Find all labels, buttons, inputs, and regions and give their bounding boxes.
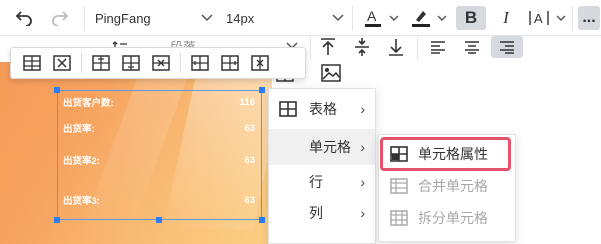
align-left-icon[interactable]	[428, 38, 448, 56]
chevron-down-icon[interactable]	[555, 12, 567, 24]
row-value: 63	[244, 194, 255, 206]
row-label: 出货率3:	[63, 196, 100, 207]
table-icon	[279, 101, 297, 120]
menu-item-table[interactable]: 表格 ›	[269, 91, 375, 127]
chevron-down-icon	[332, 14, 344, 22]
main-toolbar: PingFang 14px A B I A ...	[0, 0, 601, 36]
letter-spacing-icon[interactable]: A	[526, 6, 552, 30]
menu-item-column[interactable]: 列 ›	[269, 195, 375, 231]
submenu-item-label: 拆分单元格	[418, 210, 488, 226]
svg-text:A: A	[534, 11, 543, 26]
chevron-down-icon[interactable]	[436, 12, 448, 24]
font-family-select[interactable]: PingFang	[95, 7, 213, 29]
row-label: 出货率:	[63, 124, 95, 135]
row-label: 出货率2:	[63, 156, 100, 167]
insert-row-above-icon[interactable]	[86, 50, 116, 76]
separator	[180, 53, 181, 73]
table-row[interactable]: 出货率2: 63	[58, 153, 261, 168]
font-family-value: PingFang	[95, 10, 151, 26]
menu-item-label: 表格	[309, 101, 337, 117]
menu-item-label: 行	[309, 174, 323, 190]
merge-cells-icon	[390, 178, 408, 197]
resize-handle[interactable]	[259, 87, 265, 93]
insert-column-left-icon[interactable]	[185, 50, 215, 76]
separator	[84, 6, 85, 30]
menu-item-cell[interactable]: 单元格 ›	[269, 129, 375, 165]
row-value: 63	[244, 122, 255, 134]
highlight-color-icon[interactable]	[410, 6, 432, 30]
table-toolbar	[10, 47, 306, 79]
delete-column-icon[interactable]	[245, 50, 275, 76]
insert-row-below-icon[interactable]	[116, 50, 146, 76]
separator	[81, 53, 82, 73]
redo-icon[interactable]	[48, 7, 72, 29]
table-row[interactable]: 出货率3: 63	[58, 193, 261, 208]
menu-item-label: 单元格	[309, 139, 351, 155]
align-center-icon[interactable]	[462, 38, 482, 56]
chevron-right-icon: ›	[360, 174, 365, 190]
font-size-value: 14px	[226, 10, 255, 26]
data-table[interactable]: 出货客户数: 116 出货率: 63 出货率2: 63 出货率3: 63	[57, 90, 262, 220]
chevron-right-icon: ›	[360, 205, 365, 221]
svg-text:A: A	[367, 8, 377, 24]
chevron-right-icon: ›	[360, 139, 365, 155]
align-bottom-icon[interactable]	[386, 36, 406, 58]
resize-handle[interactable]	[54, 217, 60, 223]
highlight-annotation	[380, 137, 511, 171]
align-top-icon[interactable]	[318, 36, 338, 58]
submenu-item-label: 合并单元格	[418, 178, 488, 194]
split-cells-icon	[390, 210, 408, 229]
submenu-item-merge-cells[interactable]: 合并单元格	[379, 170, 515, 202]
submenu-item-split-cells[interactable]: 拆分单元格	[379, 202, 515, 234]
row-value: 116	[239, 96, 255, 108]
separator	[352, 6, 353, 30]
align-middle-icon[interactable]	[352, 36, 372, 58]
resize-handle[interactable]	[54, 87, 60, 93]
row-value: 63	[244, 154, 255, 166]
separator	[417, 36, 418, 60]
table-row[interactable]: 出货客户数: 116	[58, 95, 261, 110]
delete-table-icon[interactable]	[47, 50, 77, 76]
resize-handle[interactable]	[259, 217, 265, 223]
context-menu: 表格 › 单元格 › 行 › 列 ›	[268, 88, 376, 244]
undo-icon[interactable]	[12, 7, 36, 29]
chevron-down-icon[interactable]	[388, 12, 400, 24]
chevron-right-icon: ›	[360, 101, 365, 117]
menu-item-label: 列	[309, 205, 323, 221]
more-button[interactable]: ...	[578, 6, 600, 30]
insert-column-right-icon[interactable]	[215, 50, 245, 76]
chevron-down-icon	[201, 14, 213, 22]
separator	[310, 36, 311, 60]
separator	[572, 6, 573, 30]
italic-button[interactable]: I	[494, 6, 518, 30]
bold-button[interactable]: B	[456, 6, 486, 30]
table-properties-icon[interactable]	[17, 50, 47, 76]
delete-row-icon[interactable]	[146, 50, 176, 76]
row-label: 出货客户数:	[63, 98, 114, 109]
resize-handle[interactable]	[156, 217, 162, 223]
table-row[interactable]: 出货率: 63	[58, 121, 261, 136]
image-icon[interactable]	[321, 64, 343, 84]
font-size-select[interactable]: 14px	[226, 7, 344, 29]
editor-window: PingFang 14px A B I A ... 出货客户数: 116 出货率…	[0, 0, 601, 244]
align-right-icon[interactable]	[491, 36, 523, 58]
font-color-icon[interactable]: A	[362, 6, 384, 30]
